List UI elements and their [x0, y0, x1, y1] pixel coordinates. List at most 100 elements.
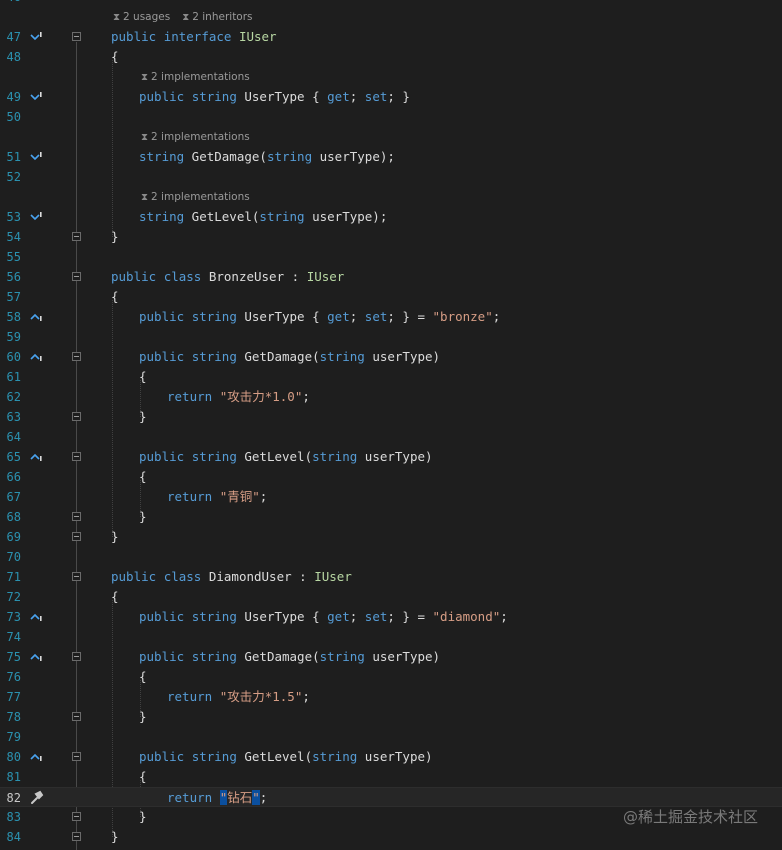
code-line[interactable]: 69}	[0, 527, 782, 547]
codelens[interactable]: ⧗ 2 implementations	[141, 67, 250, 87]
collapse-icon[interactable]	[72, 652, 81, 661]
code-line[interactable]: 68}	[0, 507, 782, 527]
collapse-icon[interactable]	[72, 232, 81, 241]
code-line[interactable]: 49 public string UserType { get; set; }	[0, 87, 782, 107]
code-line[interactable]: 62 return "攻击力*1.0";	[0, 387, 782, 407]
code-line[interactable]: 47 public interface IUser	[0, 27, 782, 47]
collapse-icon[interactable]	[72, 832, 81, 841]
code-line[interactable]: 76 {	[0, 667, 782, 687]
hourglass-icon: ⧗	[182, 12, 190, 23]
implemented-by-arrow-down-icon[interactable]	[28, 27, 44, 47]
code-line[interactable]: 58 public string UserType { get; set; } =…	[0, 307, 782, 327]
collapse-icon[interactable]	[72, 452, 81, 461]
text-token: userType);	[312, 149, 395, 164]
codelens-item[interactable]: 2 usages	[123, 11, 170, 23]
implements-arrow-up-icon[interactable]	[28, 647, 44, 667]
codelens-item[interactable]: 2 inheritors	[192, 11, 252, 23]
line-number: 61	[6, 370, 21, 384]
code-line[interactable]: 77 return "攻击力*1.5";	[0, 687, 782, 707]
collapse-icon[interactable]	[72, 412, 81, 421]
code-line[interactable]: 66 {	[0, 467, 782, 487]
line-partial-top: 46	[0, 0, 782, 7]
code-line[interactable]: 59	[0, 327, 782, 347]
implements-arrow-up-icon[interactable]	[28, 607, 44, 627]
line-number: 78	[6, 710, 21, 724]
implemented-by-arrow-down-icon[interactable]	[28, 207, 44, 227]
codelens-item[interactable]: 2 implementations	[151, 131, 250, 143]
collapse-icon[interactable]	[72, 712, 81, 721]
collapse-icon[interactable]	[72, 532, 81, 541]
line-number: 57	[6, 290, 21, 304]
code-line[interactable]: 51 string GetDamage(string userType);	[0, 147, 782, 167]
code-line[interactable]: 54}	[0, 227, 782, 247]
collapse-icon[interactable]	[72, 752, 81, 761]
collapse-icon[interactable]	[72, 572, 81, 581]
code-line[interactable]: 55	[0, 247, 782, 267]
code-line[interactable]: 84}	[0, 827, 782, 847]
implements-arrow-up-icon[interactable]	[28, 307, 44, 327]
code-line[interactable]: 80 public string GetLevel(string userType…	[0, 747, 782, 767]
codelens[interactable]: ⧗ 2 usages ⧗ 2 inheritors	[113, 7, 253, 27]
code-line[interactable]: 67 return "青铜";	[0, 487, 782, 507]
codelens-item[interactable]: 2 implementations	[151, 191, 250, 203]
text-token: GetLevel(	[184, 209, 260, 224]
codelens[interactable]: ⧗ 2 implementations	[141, 187, 250, 207]
code-line[interactable]: 70	[0, 547, 782, 567]
code-line[interactable]: 63}	[0, 407, 782, 427]
collapse-icon[interactable]	[72, 812, 81, 821]
code-line[interactable]: 48 {	[0, 47, 782, 67]
collapse-icon[interactable]	[72, 352, 81, 361]
code-line[interactable]: 79	[0, 727, 782, 747]
code-editor[interactable]: 46 ⧗2 usages⧗2 inheritors⧗2 implementati…	[0, 0, 782, 850]
code-text: {	[111, 47, 119, 67]
code-line[interactable]: 71 public class DiamondUser : IUser	[0, 567, 782, 587]
text-token: userType)	[364, 649, 441, 664]
code-line[interactable]: 81 {	[0, 767, 782, 787]
code-line[interactable]: 60 public string GetDamage(string userTyp…	[0, 347, 782, 367]
code-line[interactable]: 61 {	[0, 367, 782, 387]
codelens[interactable]: ⧗ 2 implementations	[141, 127, 250, 147]
string-token: "攻击力*1.5"	[219, 689, 303, 704]
implements-arrow-up-icon[interactable]	[28, 347, 44, 367]
line-number: 80	[6, 750, 21, 764]
code-text: public string UserType { get; set; } = "…	[139, 307, 500, 327]
code-line-current[interactable]: 82 return "钻石";	[0, 787, 782, 807]
type-token: IUser	[314, 569, 352, 584]
code-line[interactable]: 53 string GetLevel(string userType);	[0, 207, 782, 227]
line-number: 68	[6, 510, 21, 524]
code-line[interactable]: 78}	[0, 707, 782, 727]
wrench-icon[interactable]	[28, 788, 44, 808]
implements-arrow-up-icon[interactable]	[28, 747, 44, 767]
code-line[interactable]: 65 public string GetLevel(string userType…	[0, 447, 782, 467]
code-line[interactable]: 56 public class BronzeUser : IUser	[0, 267, 782, 287]
line-number: 76	[6, 670, 21, 684]
implemented-by-arrow-down-icon[interactable]	[28, 147, 44, 167]
code-line[interactable]: 64	[0, 427, 782, 447]
line-number: 56	[6, 270, 21, 284]
collapse-icon[interactable]	[72, 272, 81, 281]
codelens-item[interactable]: 2 implementations	[151, 71, 250, 83]
code-line[interactable]: 73 public string UserType { get; set; } =…	[0, 607, 782, 627]
code-line[interactable]: 75 public string GetDamage(string userTyp…	[0, 647, 782, 667]
collapse-icon[interactable]	[72, 32, 81, 41]
implements-arrow-up-icon[interactable]	[28, 447, 44, 467]
code-line[interactable]: 72 {	[0, 587, 782, 607]
line-number: 73	[6, 610, 21, 624]
code-line[interactable]: 50	[0, 107, 782, 127]
code-line[interactable]: 52	[0, 167, 782, 187]
keyword-token: string	[191, 449, 237, 464]
text-token: ;	[259, 790, 268, 805]
line-number: 55	[6, 250, 21, 264]
code-line[interactable]: 57 {	[0, 287, 782, 307]
string-token: "攻击力*1.0"	[219, 389, 303, 404]
text-token: }	[139, 709, 147, 724]
collapse-icon[interactable]	[72, 512, 81, 521]
text-token: {	[111, 289, 119, 304]
code-line[interactable]: 74	[0, 627, 782, 647]
implemented-by-arrow-down-icon[interactable]	[28, 87, 44, 107]
